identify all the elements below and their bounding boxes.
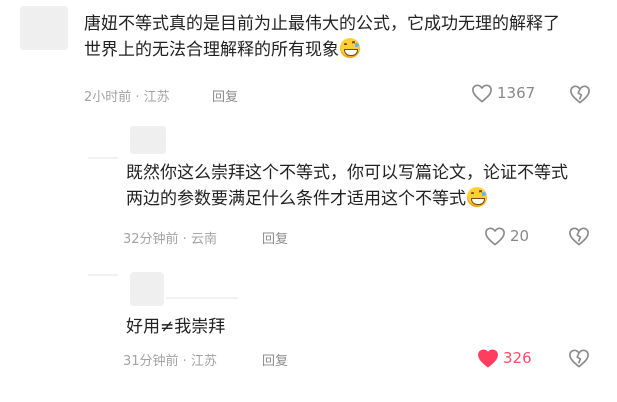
avatar-divider (88, 157, 118, 159)
avatar[interactable] (130, 126, 166, 154)
reply-button[interactable]: 回复 (262, 228, 288, 247)
grinning-sweat-emoji-icon (340, 38, 360, 58)
comment-text-line: 好用≠我崇拜 (126, 317, 226, 337)
broken-heart-icon (570, 85, 590, 104)
dislike-button[interactable] (568, 348, 590, 368)
like-button[interactable]: 20 (484, 226, 529, 246)
comment-text-line: 唐妞不等式真的是目前为止最伟大的公式，它成功无理的解释了 (84, 14, 560, 34)
comment-text: 既然你这么崇拜这个不等式，你可以写篇论文，论证不等式 两边的参数要满足什么条件才… (126, 160, 568, 212)
heart-icon (478, 349, 498, 368)
comment-text: 好用≠我崇拜 (126, 314, 225, 340)
like-count: 1367 (497, 84, 536, 102)
dislike-button[interactable] (568, 226, 590, 246)
comment-text: 唐妞不等式真的是目前为止最伟大的公式，它成功无理的解释了 世界上的无法合理解释的… (84, 11, 560, 63)
comment-meta: 2小时前 · 江苏 (84, 90, 170, 105)
avatar-divider (88, 274, 118, 276)
comment-text-line: 两边的参数要满足什么条件才适用这个不等式 (126, 186, 568, 212)
comment-meta: 31分钟前 · 江苏 (123, 354, 217, 369)
avatar[interactable] (130, 272, 164, 306)
like-count: 326 (503, 349, 532, 367)
reply-button[interactable]: 回复 (262, 350, 288, 369)
like-count: 20 (510, 227, 530, 245)
reply-button[interactable]: 回复 (212, 86, 238, 105)
comment-meta: 32分钟前 · 云南 (123, 232, 217, 247)
heart-icon (472, 84, 492, 103)
heart-icon (485, 227, 505, 246)
grinning-sweat-emoji-icon (467, 187, 487, 207)
dislike-button[interactable] (569, 84, 591, 104)
broken-heart-icon (569, 349, 589, 368)
avatar-divider (166, 297, 238, 299)
comment-text-line: 既然你这么崇拜这个不等式，你可以写篇论文，论证不等式 (126, 163, 568, 183)
like-button[interactable]: 1367 (471, 83, 535, 103)
comment-text-line: 世界上的无法合理解释的所有现象 (84, 37, 560, 63)
like-button[interactable]: 326 (477, 348, 532, 368)
broken-heart-icon (569, 227, 589, 246)
avatar[interactable] (20, 6, 68, 50)
